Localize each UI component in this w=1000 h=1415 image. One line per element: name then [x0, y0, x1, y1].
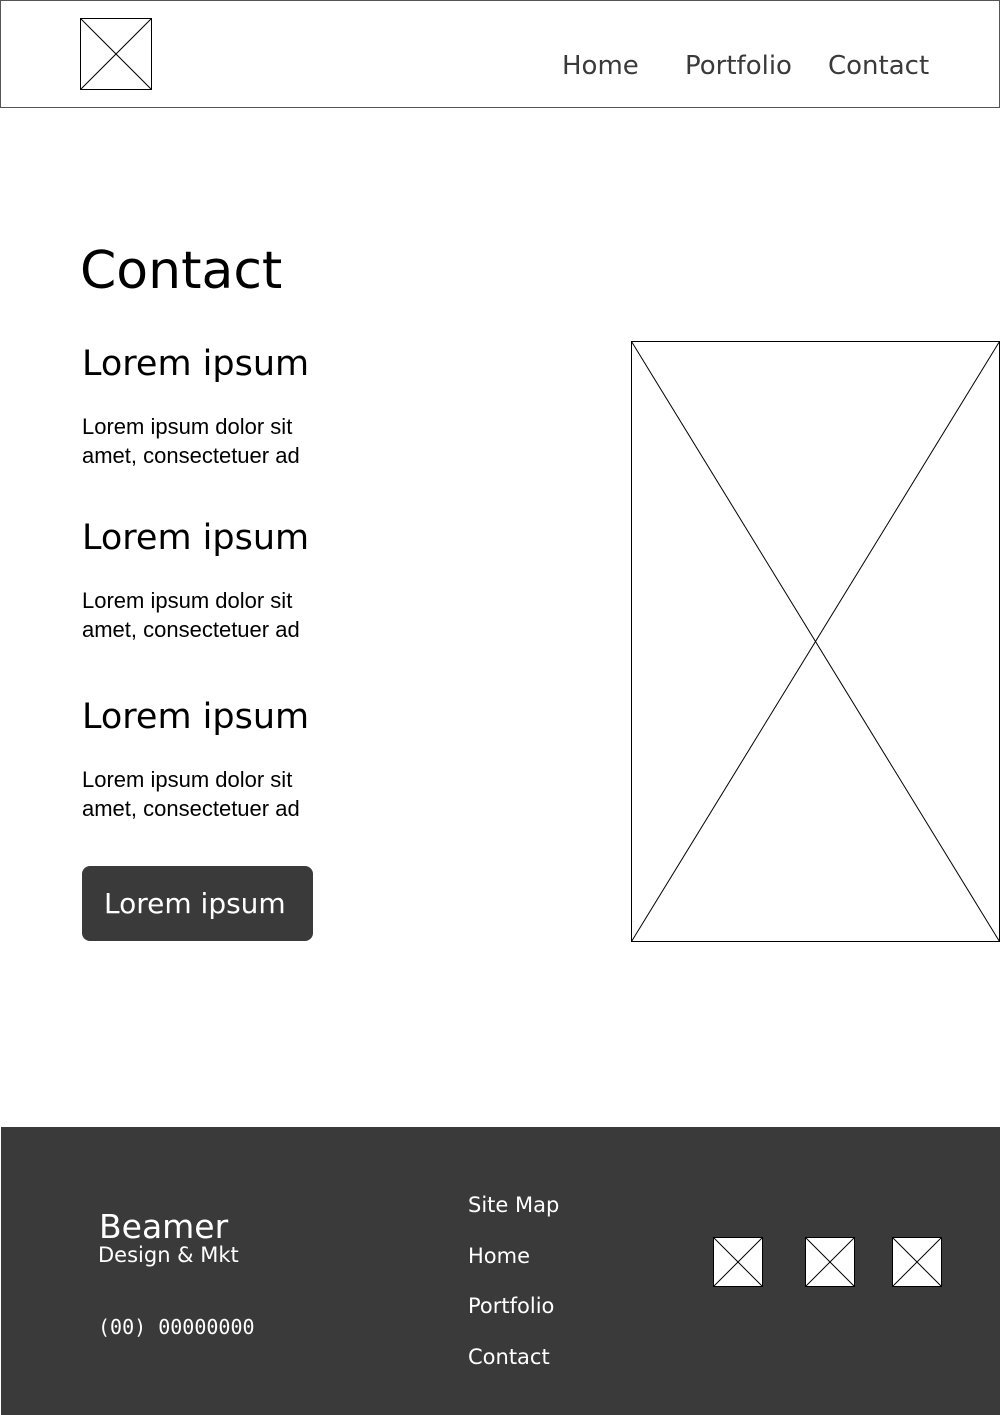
social-3-icon[interactable] — [892, 1237, 942, 1287]
site-header: Home Portfolio Contact — [0, 0, 1000, 108]
section-text-1-line-2: amet, consectetuer ad — [82, 443, 300, 468]
brand-name: Beamer — [99, 1207, 229, 1246]
logo-placeholder-icon[interactable] — [80, 18, 152, 90]
phone-number: (00) 00000000 — [98, 1315, 255, 1339]
nav-link-home[interactable]: Home — [562, 49, 639, 83]
section-heading-2: Lorem ipsum — [82, 518, 310, 558]
social-1-icon[interactable] — [713, 1237, 763, 1287]
footer-link-home[interactable]: Home — [468, 1242, 530, 1270]
nav-link-portfolio[interactable]: Portfolio — [685, 49, 792, 83]
social-2-icon[interactable] — [805, 1237, 855, 1287]
nav-link-contact[interactable]: Contact — [828, 49, 929, 83]
section-text-2: Lorem ipsum dolor sit amet, consectetuer… — [82, 586, 342, 644]
section-text-2-line-1: Lorem ipsum dolor sit — [82, 588, 293, 613]
sitemap-title: Site Map — [468, 1193, 560, 1217]
footer-link-contact[interactable]: Contact — [468, 1343, 550, 1371]
page-title: Contact — [80, 241, 283, 301]
section-text-2-line-2: amet, consectetuer ad — [82, 617, 300, 642]
cta-button[interactable]: Lorem ipsum — [82, 866, 313, 941]
site-footer: Beamer Design & Mkt (00) 00000000 Site M… — [1, 1127, 1000, 1415]
section-heading-1: Lorem ipsum — [82, 344, 310, 384]
brand-tagline: Design & Mkt — [98, 1243, 239, 1267]
section-text-1: Lorem ipsum dolor sit amet, consectetuer… — [82, 412, 342, 470]
section-text-1-line-1: Lorem ipsum dolor sit — [82, 414, 293, 439]
section-text-3: Lorem ipsum dolor sit amet, consectetuer… — [82, 765, 342, 823]
section-text-3-line-1: Lorem ipsum dolor sit — [82, 767, 293, 792]
image-placeholder-icon — [631, 341, 1000, 942]
section-text-3-line-2: amet, consectetuer ad — [82, 796, 300, 821]
footer-link-portfolio[interactable]: Portfolio — [468, 1292, 554, 1320]
section-heading-3: Lorem ipsum — [82, 697, 310, 737]
